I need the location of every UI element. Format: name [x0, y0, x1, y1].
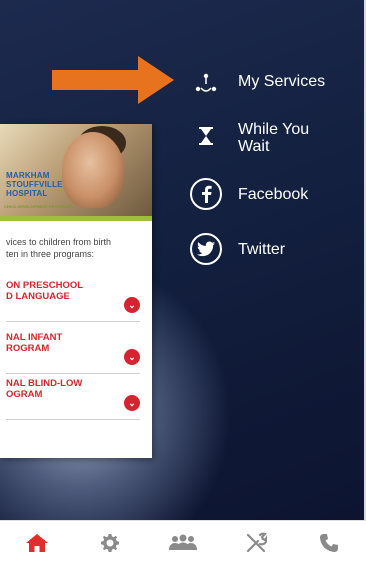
chevron-down-icon[interactable]: ⌄: [124, 297, 140, 313]
intro-line-1: vices to children from birth: [6, 237, 112, 247]
program-item-preschool[interactable]: ON PRESCHOOL D LANGUAGE ⌄: [6, 280, 140, 322]
home-icon: [25, 533, 48, 552]
bottom-nav-bar: [0, 520, 366, 564]
gear-icon: [100, 533, 119, 552]
program-name-line-2: OGRAM: [6, 389, 43, 400]
nav-settings[interactable]: [73, 521, 146, 564]
chevron-down-icon[interactable]: ⌄: [124, 395, 140, 411]
program-name-line-1: ON PRESCHOOL: [6, 280, 84, 291]
menu-item-while-you-wait[interactable]: While You Wait: [238, 121, 309, 155]
program-name-line-1: NAL BLIND-LOW: [6, 378, 83, 389]
menu-label-line-2: Wait: [238, 138, 270, 155]
nav-tools[interactable]: [220, 521, 293, 564]
hourglass-icon: [190, 120, 222, 152]
intro-text: vices to children from birth ten in thre…: [6, 236, 152, 260]
menu-item-twitter[interactable]: Twitter: [238, 241, 285, 258]
logo-line-1: MARKHAM: [6, 171, 50, 180]
people-icon: [169, 534, 197, 550]
logo-line-3: HOSPITAL: [6, 189, 48, 198]
pointer-arrow: [52, 56, 174, 104]
nav-phone[interactable]: [293, 521, 366, 564]
program-name: NAL INFANT ROGRAM: [6, 332, 116, 354]
intro-line-2: ten in three programs:: [6, 249, 95, 259]
hero-image: MARKHAM STOUFFVILLE HOSPITAL CHILD DEVEL…: [0, 124, 152, 216]
twitter-icon: [190, 233, 222, 265]
menu-item-facebook[interactable]: Facebook: [238, 186, 308, 203]
program-name-line-2: ROGRAM: [6, 343, 50, 354]
logo-line-2: STOUFFVILLE: [6, 180, 63, 189]
menu-overlay-screen: MARKHAM STOUFFVILLE HOSPITAL CHILD DEVEL…: [0, 0, 366, 520]
program-name-line-1: NAL INFANT: [6, 332, 63, 343]
chevron-down-icon[interactable]: ⌄: [124, 349, 140, 365]
nav-people[interactable]: [146, 521, 219, 564]
program-item-blind-low-vision[interactable]: NAL BLIND-LOW OGRAM ⌄: [6, 378, 140, 420]
menu-item-my-services[interactable]: My Services: [238, 73, 325, 90]
nav-home[interactable]: [0, 521, 73, 564]
facebook-icon: [190, 178, 222, 210]
program-item-infant[interactable]: NAL INFANT ROGRAM ⌄: [6, 332, 140, 374]
network-nodes-icon: [190, 66, 222, 98]
program-name-line-2: D LANGUAGE: [6, 291, 70, 302]
menu-label-line-1: While You: [238, 121, 310, 138]
tools-icon: [247, 532, 268, 552]
program-card[interactable]: MARKHAM STOUFFVILLE HOSPITAL CHILD DEVEL…: [0, 124, 152, 458]
phone-icon: [320, 533, 339, 552]
hero-accent-strip: [0, 216, 152, 221]
logo-subtitle: CHILD DEVELOPMENT PROGRAMS: [4, 204, 73, 209]
program-name: ON PRESCHOOL D LANGUAGE: [6, 280, 116, 302]
program-name: NAL BLIND-LOW OGRAM: [6, 378, 116, 400]
